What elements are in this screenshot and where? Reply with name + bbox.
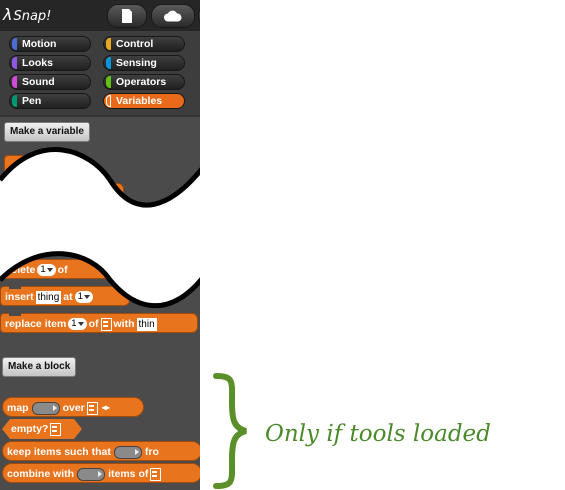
category-operators[interactable]: Operators [103,74,185,90]
variables-swatch [106,95,111,107]
category-control[interactable]: Control [103,36,185,52]
category-motion[interactable]: Motion [9,36,91,52]
ring-slot[interactable] [31,401,60,415]
category-pen[interactable]: Pen [9,93,91,109]
file-icon [122,9,132,23]
list-icon[interactable] [86,401,98,415]
dropdown-arrow-icon[interactable] [77,321,84,326]
palette-panel: λSnap! Motion Control Looks Sensing Soun… [0,0,200,490]
category-sound[interactable]: Sound [9,74,91,90]
cloud-button[interactable] [151,4,195,28]
arrows-icon[interactable]: ◂▸ [102,398,110,418]
looks-swatch [12,57,17,69]
make-variable-button[interactable]: Make a variable [4,122,90,142]
combine-block[interactable]: combine with items of [2,463,200,483]
ring-slot[interactable] [77,467,106,481]
ring-slot[interactable] [113,445,142,459]
palette-divider [0,115,200,117]
cloud-icon [164,10,182,22]
control-swatch [106,38,111,50]
list-icon[interactable] [150,467,162,481]
map-block[interactable]: map over ◂▸ [2,397,144,417]
category-selector: Motion Control Looks Sensing Sound Opera… [0,31,200,115]
pen-swatch [12,95,17,107]
thing-slot[interactable]: thin [136,317,157,331]
category-sensing[interactable]: Sensing [103,55,185,71]
file-button[interactable] [107,4,147,28]
index-slot[interactable]: 1 [68,318,87,331]
make-block-button[interactable]: Make a block [2,357,77,377]
list-icon[interactable] [100,317,112,331]
list-icon[interactable] [50,423,61,436]
motion-swatch [12,38,17,50]
operators-swatch [106,76,111,88]
snap-logo[interactable]: λSnap! [3,5,51,24]
curly-brace-icon [213,373,247,489]
settings-button[interactable] [198,4,200,28]
annotation-note: Only if tools loaded [265,421,491,447]
top-bar: λSnap! [0,0,200,31]
category-variables[interactable]: Variables [103,93,185,109]
category-looks[interactable]: Looks [9,55,91,71]
replace-item-block[interactable]: replace item 1 of with thin [0,313,198,333]
empty-predicate-block[interactable]: empty? [2,419,82,439]
sensing-swatch [106,57,111,69]
keep-items-block[interactable]: keep items such that fro [2,441,200,461]
sound-swatch [12,76,17,88]
block-notch [9,313,21,316]
torn-paper-break [0,147,200,309]
